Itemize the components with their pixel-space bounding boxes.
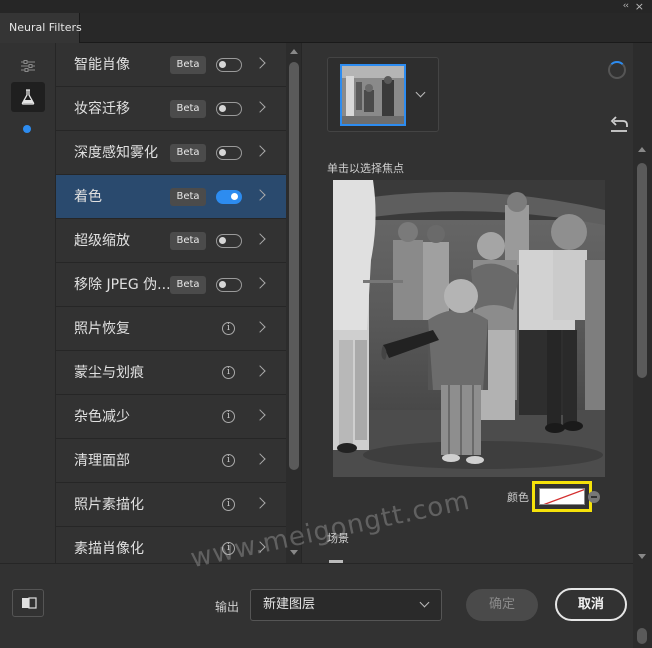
color-swatch[interactable] — [539, 488, 585, 505]
chevron-right-icon[interactable] — [254, 101, 266, 113]
reference-image-picker[interactable] — [327, 57, 439, 132]
filter-item-photo-to-sketch[interactable]: 照片素描化 i — [56, 483, 286, 527]
info-icon[interactable]: i — [222, 498, 235, 511]
info-icon[interactable]: i — [222, 454, 235, 467]
filter-toggle[interactable] — [216, 58, 242, 72]
filter-label: 深度感知雾化 — [74, 145, 158, 161]
chevron-right-icon[interactable] — [254, 497, 266, 509]
output-label: 输出 — [215, 600, 240, 614]
focus-hint-text: 单击以选择焦点 — [327, 162, 404, 175]
filter-label: 清理面部 — [74, 453, 130, 469]
collapse-panel-icon[interactable]: ‹‹ — [623, 1, 629, 11]
filter-item-colorize[interactable]: 着色 Beta — [56, 175, 286, 219]
filter-item-noise-reduction[interactable]: 杂色减少 i — [56, 395, 286, 439]
chevron-down-icon[interactable] — [419, 597, 430, 608]
title-strip: ‹‹ × — [0, 0, 652, 13]
filter-label: 超级缩放 — [74, 233, 130, 249]
chevron-right-icon[interactable] — [254, 409, 266, 421]
filter-item-dust-scratches[interactable]: 蒙尘与划痕 i — [56, 351, 286, 395]
chevron-right-icon[interactable] — [254, 541, 266, 553]
dialog-footer: 输出 新建图层 确定 取消 — [0, 563, 633, 648]
filter-item-makeup-transfer[interactable]: 妆容迁移 Beta — [56, 87, 286, 131]
filter-label: 照片素描化 — [74, 497, 144, 513]
color-label: 颜色 — [507, 491, 529, 504]
info-icon[interactable]: i — [222, 410, 235, 423]
beta-badge: Beta — [170, 276, 206, 294]
reset-icon[interactable] — [609, 115, 629, 133]
panel-scroll-thumb[interactable] — [637, 628, 647, 644]
filter-item-depth-blur[interactable]: 深度感知雾化 Beta — [56, 131, 286, 175]
filter-label: 杂色减少 — [74, 409, 130, 425]
chevron-right-icon[interactable] — [254, 453, 266, 465]
reference-thumbnail[interactable] — [340, 64, 406, 126]
scene-label: 场景 — [327, 532, 349, 545]
filter-list: 智能肖像 Beta 妆容迁移 Beta 深度感知雾化 Beta 着色 Beta … — [56, 43, 286, 563]
output-select[interactable]: 新建图层 — [250, 589, 442, 621]
chevron-right-icon[interactable] — [254, 145, 266, 157]
chevron-right-icon[interactable] — [254, 321, 266, 333]
scroll-up-icon[interactable] — [290, 49, 298, 54]
beta-flask-icon[interactable] — [11, 82, 45, 112]
filter-label: 智能肖像 — [74, 57, 130, 73]
filter-label: 移除 JPEG 伪... — [74, 277, 171, 293]
filter-item-super-zoom[interactable]: 超级缩放 Beta — [56, 219, 286, 263]
scroll-thumb[interactable] — [289, 62, 299, 470]
chevron-right-icon[interactable] — [254, 57, 266, 69]
close-icon[interactable]: × — [635, 0, 644, 13]
chevron-right-icon[interactable] — [254, 277, 266, 289]
ok-button[interactable]: 确定 — [466, 589, 538, 621]
chevron-right-icon[interactable] — [254, 233, 266, 245]
tab-bar: Neural Filters — [0, 13, 652, 43]
filter-toggle[interactable] — [216, 146, 242, 160]
info-icon[interactable]: i — [222, 366, 235, 379]
filter-toggle[interactable] — [216, 190, 242, 204]
scroll-down-icon[interactable] — [290, 550, 298, 555]
filter-toggle[interactable] — [216, 278, 242, 292]
sliders-icon[interactable] — [11, 51, 45, 81]
color-swatch-highlight — [532, 481, 592, 512]
preview-image[interactable] — [333, 180, 605, 477]
filter-toggle[interactable] — [216, 102, 242, 116]
settings-scrollbar[interactable] — [633, 43, 652, 648]
filter-settings-pane: 单击以选择焦点 颜色 场景 — [303, 43, 633, 563]
beta-indicator-dot — [23, 125, 31, 133]
filter-item-face-cleanup[interactable]: 清理面部 i — [56, 439, 286, 483]
tab-neural-filters[interactable]: Neural Filters — [0, 13, 82, 43]
filter-item-smart-portrait[interactable]: 智能肖像 Beta — [56, 43, 286, 87]
filter-label: 素描肖像化 — [74, 541, 144, 557]
cancel-button[interactable]: 取消 — [555, 588, 627, 621]
beta-badge: Beta — [170, 188, 206, 206]
remove-focus-icon[interactable] — [588, 491, 600, 503]
filter-label: 蒙尘与划痕 — [74, 365, 144, 381]
scroll-up-icon[interactable] — [638, 147, 646, 152]
filter-list-scrollbar[interactable] — [286, 43, 302, 563]
filter-item-jpeg-artifacts[interactable]: 移除 JPEG 伪... Beta — [56, 263, 286, 307]
filter-item-photo-restoration[interactable]: 照片恢复 i — [56, 307, 286, 351]
beta-badge: Beta — [170, 56, 206, 74]
scroll-down-icon[interactable] — [638, 554, 646, 559]
chevron-right-icon[interactable] — [254, 365, 266, 377]
beta-badge: Beta — [170, 144, 206, 162]
beta-badge: Beta — [170, 100, 206, 118]
scroll-thumb[interactable] — [637, 163, 647, 378]
filter-category-bar — [0, 43, 56, 563]
filter-label: 照片恢复 — [74, 321, 130, 337]
filter-label: 妆容迁移 — [74, 101, 130, 117]
filter-toggle[interactable] — [216, 234, 242, 248]
beta-badge: Beta — [170, 232, 206, 250]
filter-item-sketch-to-portrait[interactable]: 素描肖像化 i — [56, 527, 286, 563]
info-icon[interactable]: i — [222, 542, 235, 555]
loading-spinner-icon — [608, 61, 626, 79]
info-icon[interactable]: i — [222, 322, 235, 335]
output-value: 新建图层 — [263, 597, 316, 612]
compare-button[interactable] — [12, 589, 44, 617]
filter-label: 着色 — [74, 189, 102, 205]
chevron-down-icon[interactable] — [415, 87, 426, 98]
chevron-right-icon[interactable] — [254, 189, 266, 201]
neural-filters-panel: 智能肖像 Beta 妆容迁移 Beta 深度感知雾化 Beta 着色 Beta … — [0, 43, 652, 648]
